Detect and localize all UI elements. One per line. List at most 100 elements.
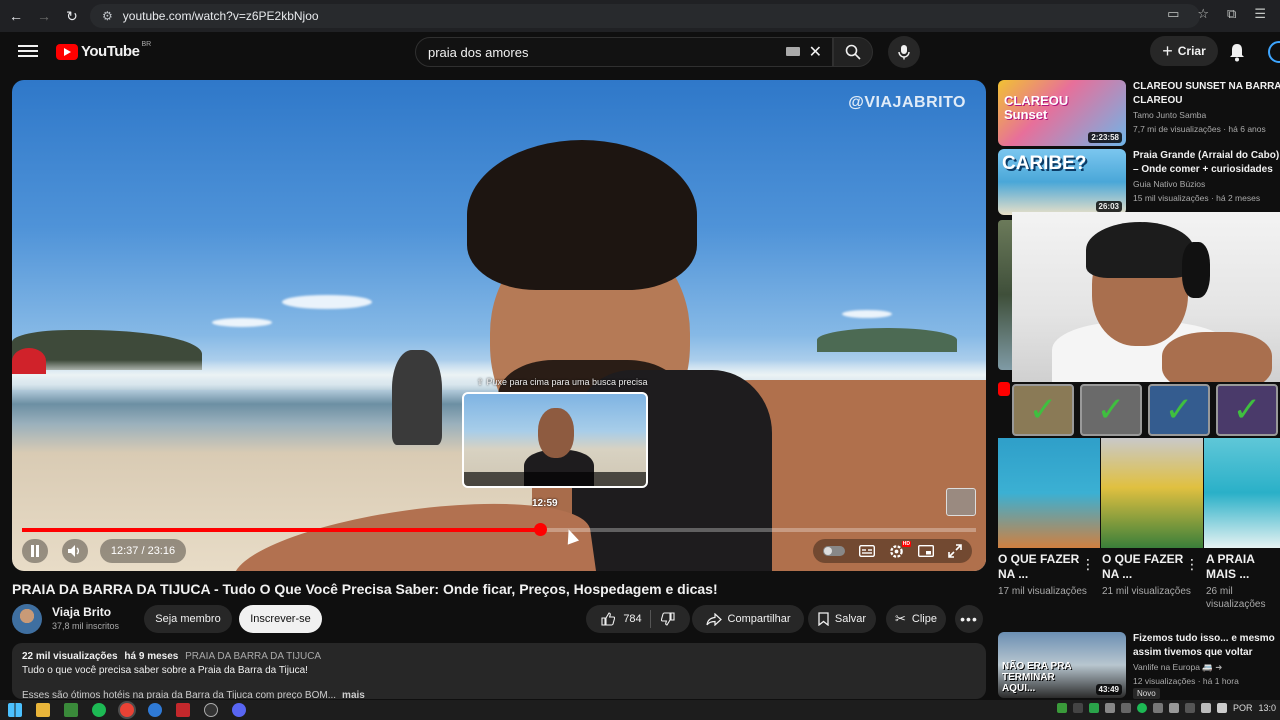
- autoplay-toggle[interactable]: [823, 546, 845, 556]
- channel-avatar[interactable]: [12, 604, 42, 634]
- taskbar: POR 13:0: [0, 700, 1280, 720]
- miniplayer-icon[interactable]: [918, 545, 934, 557]
- tray-icon[interactable]: [1088, 703, 1099, 713]
- create-button[interactable]: + Criar: [1150, 36, 1218, 66]
- video-title[interactable]: Praia Grande (Arraial do Cabo) – Onde co…: [1133, 149, 1280, 177]
- hamburger-menu-icon[interactable]: [18, 42, 38, 62]
- account-avatar[interactable]: [1268, 41, 1280, 63]
- time-display: 12:37 / 23:16: [100, 539, 186, 563]
- browser-icon[interactable]: [148, 703, 162, 717]
- windows-start-icon[interactable]: [8, 703, 22, 717]
- clock[interactable]: 13:0: [1258, 703, 1276, 713]
- partial-thumbnail[interactable]: [998, 220, 1012, 370]
- discord-icon[interactable]: [232, 703, 246, 717]
- description-hashtag[interactable]: PRAIA DA BARRA DA TIJUCA: [185, 651, 321, 662]
- chrome-icon[interactable]: [120, 703, 134, 717]
- tray-icon[interactable]: [1104, 703, 1115, 713]
- tray-icon[interactable]: [1168, 703, 1179, 713]
- obs-icon[interactable]: [204, 703, 218, 717]
- pause-button[interactable]: [22, 539, 48, 563]
- tray-icon[interactable]: [1152, 703, 1163, 713]
- system-tray: POR 13:0: [1056, 703, 1276, 713]
- search-button[interactable]: [833, 37, 873, 67]
- wifi-icon[interactable]: [1200, 703, 1211, 713]
- video-player[interactable]: @VIAJABRITO ⇧ Puxe para cima para uma bu…: [12, 80, 986, 571]
- video-app-icon[interactable]: [176, 703, 190, 717]
- settings-button[interactable]: HD: [889, 540, 911, 559]
- video-thumbnail[interactable]: NÃO ERA PRA TERMINAR AQUI... 43:49: [998, 632, 1126, 698]
- recommended-video[interactable]: CLAREOU Sunset 2:23:58 CLAREOU SUNSET NA…: [998, 80, 1280, 146]
- video-title[interactable]: CLAREOU SUNSET NA BARRA CLAREOU: [1133, 80, 1280, 108]
- url-text: youtube.com/watch?v=z6PE2kbNjoo: [122, 9, 319, 23]
- tray-icon[interactable]: [1136, 703, 1147, 713]
- thumbs-up-icon: [601, 612, 616, 626]
- channel-name[interactable]: Guia Nativo Búzios: [1133, 179, 1205, 189]
- endscreen-video-thumbnail[interactable]: [946, 488, 976, 516]
- forward-icon[interactable]: →: [32, 4, 56, 28]
- keyboard-icon[interactable]: [786, 47, 800, 56]
- clear-search-icon[interactable]: ✕: [809, 42, 822, 62]
- seek-hint: ⇧ Puxe para cima para uma busca precisa: [476, 377, 648, 387]
- cast-icon[interactable]: ▭: [1167, 6, 1179, 22]
- tray-icon[interactable]: [1184, 703, 1195, 713]
- language-indicator[interactable]: POR: [1233, 703, 1253, 713]
- clip-button[interactable]: ✂ Clipe: [886, 605, 946, 633]
- search-icon: [845, 44, 861, 60]
- short-thumbnail[interactable]: [1204, 438, 1280, 548]
- app-icon[interactable]: [64, 703, 78, 717]
- tray-icon[interactable]: [1056, 703, 1067, 713]
- more-actions-button[interactable]: •••: [955, 605, 983, 633]
- scrubber-handle[interactable]: [534, 523, 548, 536]
- more-vertical-icon[interactable]: ⋮: [1185, 556, 1199, 573]
- tray-icon[interactable]: [1072, 703, 1083, 713]
- reading-list-icon[interactable]: ☰: [1254, 6, 1266, 22]
- search-input[interactable]: praia dos amores ✕: [415, 37, 833, 67]
- channel-name[interactable]: Vanlife na Europa 🚐 ➜: [1133, 662, 1222, 673]
- short-title[interactable]: O QUE FAZER NA ...: [998, 552, 1082, 582]
- progress-bar[interactable]: [22, 523, 976, 536]
- recommended-video[interactable]: NÃO ERA PRA TERMINAR AQUI... 43:49 Fizem…: [998, 632, 1280, 699]
- file-explorer-icon[interactable]: [36, 703, 50, 717]
- share-button[interactable]: Compartilhar: [692, 605, 804, 633]
- extensions-icon[interactable]: ⧉: [1227, 6, 1236, 22]
- description-more-link[interactable]: mais: [342, 690, 365, 699]
- short-title[interactable]: O QUE FAZER NA ...: [1102, 552, 1186, 582]
- check-icon: ✓: [1012, 384, 1074, 436]
- subscribe-button[interactable]: Inscrever-se: [239, 605, 322, 633]
- more-vertical-icon[interactable]: ⋮: [1081, 556, 1095, 573]
- notifications-bell-icon[interactable]: [1228, 42, 1248, 62]
- description-line-2: Esses são ótimos hotéis na praia da Barr…: [22, 690, 337, 699]
- dislike-button[interactable]: [657, 612, 675, 626]
- channel-name[interactable]: Viaja Brito: [52, 605, 111, 619]
- video-thumbnail[interactable]: CARIBE? 26:03: [998, 149, 1126, 215]
- like-button[interactable]: 784: [601, 610, 651, 628]
- voice-search-button[interactable]: [888, 36, 920, 68]
- youtube-logo[interactable]: YouTube BR: [56, 41, 151, 60]
- video-title[interactable]: Fizemos tudo isso... e mesmo assim tivem…: [1133, 632, 1280, 660]
- back-icon[interactable]: ←: [4, 4, 28, 28]
- site-settings-icon[interactable]: ⚙: [102, 9, 113, 23]
- youtube-play-icon: [56, 43, 78, 60]
- volume-button[interactable]: [62, 539, 88, 563]
- channel-name[interactable]: Tamo Junto Samba: [1133, 110, 1206, 120]
- checkmark-overlay: ✓ ✓ ✓ ✓: [1012, 384, 1280, 436]
- short-title[interactable]: A PRAIA MAIS ...: [1206, 552, 1280, 582]
- tray-icon[interactable]: [1120, 703, 1131, 713]
- join-button[interactable]: Seja membro: [144, 605, 232, 633]
- video-thumbnail[interactable]: CLAREOU Sunset 2:23:58: [998, 80, 1126, 146]
- shorts-icon: [998, 382, 1010, 396]
- save-button[interactable]: Salvar: [808, 605, 876, 633]
- spotify-icon[interactable]: [92, 703, 106, 717]
- bookmark-star-icon[interactable]: ☆: [1197, 6, 1209, 22]
- address-bar[interactable]: ⚙ youtube.com/watch?v=z6PE2kbNjoo: [90, 4, 1200, 28]
- short-thumbnail[interactable]: [998, 438, 1100, 548]
- subtitles-icon[interactable]: [859, 545, 875, 557]
- recommended-video[interactable]: CARIBE? 26:03 Praia Grande (Arraial do C…: [998, 149, 1280, 215]
- new-badge: Novo: [1133, 688, 1160, 699]
- thumbnail-text: CARIBE?: [1002, 153, 1087, 174]
- reload-icon[interactable]: ↻: [60, 4, 84, 28]
- description-box[interactable]: 22 mil visualizações há 9 meses PRAIA DA…: [12, 643, 986, 699]
- speaker-icon[interactable]: [1216, 703, 1227, 713]
- short-thumbnail[interactable]: [1101, 438, 1203, 548]
- fullscreen-icon[interactable]: [948, 544, 962, 558]
